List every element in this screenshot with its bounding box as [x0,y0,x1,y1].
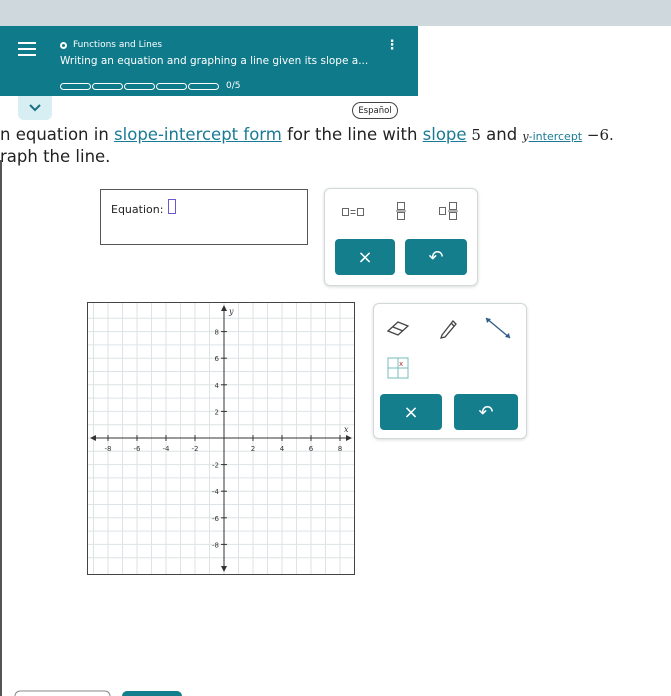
fraction-button[interactable] [383,195,419,227]
x-tick-label: -6 [134,445,142,453]
y-tick-label: 8 [215,329,219,337]
graph-undo-button[interactable]: ↶ [454,394,518,430]
math-tool-panel: × ↶ [324,188,478,286]
question-line-1: n equation in slope-intercept form for t… [0,125,614,144]
box-equals-box-icon [342,208,364,216]
y-tick-label: -4 [212,488,220,496]
intercept-value: −6. [582,126,614,144]
equation-answer-box: Equation: [100,189,308,245]
kebab-icon[interactable]: ⋮ [383,35,401,57]
eraser-button[interactable] [378,310,418,346]
x-tick-label: -8 [105,445,112,453]
x-tick-label: -4 [163,445,171,453]
y-axis-arrow-down [221,566,227,572]
question-line-2: raph the line. [0,147,111,166]
graph-canvas[interactable]: -8 -6 -4 -2 2 4 6 8 8 6 4 2 -2 -4 -6 -8 x y [88,303,355,574]
slope-value: 5 [466,126,481,144]
bottom-partial-controls [14,690,182,696]
x-tick-label: 2 [251,445,255,453]
pencil-icon [440,320,457,339]
topic-row: Functions and Lines [60,39,162,51]
y-tick-label: -8 [212,541,219,549]
x-axis-arrow-right [346,435,352,441]
eraser-icon [386,321,410,336]
line-tool-icon [485,317,511,339]
y-intercept-link[interactable]: -intercept [529,130,582,143]
progress-segment [60,82,91,90]
progress-bar: 0/5 [60,81,240,91]
question-text: for the line with [281,125,423,144]
equation-input[interactable] [168,199,176,214]
topic-title: Functions and Lines [73,40,163,50]
topic-circle-icon [60,41,67,49]
graph-clear-button[interactable]: × [380,394,442,430]
svg-text:x: x [399,360,403,368]
x-tick-label: 8 [338,445,342,453]
language-toggle-button[interactable]: Español [352,102,398,119]
line-tool-button[interactable] [478,310,518,346]
progress-segment [92,82,123,90]
y-tick-label: 6 [215,355,220,363]
y-tick-label: 4 [215,382,220,390]
pencil-button[interactable] [428,310,468,346]
y-axis-arrow-up [221,305,227,311]
chevron-down-icon [29,104,41,112]
y-tick-label: -2 [212,462,219,470]
slope-link[interactable]: slope [423,125,467,144]
undo-button[interactable]: ↶ [405,239,467,275]
x-tick-label: -2 [192,445,199,453]
point-plot-icon: x [387,357,409,379]
mixed-number-icon [439,202,458,220]
coordinate-graph[interactable]: -8 -6 -4 -2 2 4 6 8 8 6 4 2 -2 -4 -6 -8 x y [87,302,355,575]
progress-segment [156,82,187,90]
x-tick-label: 4 [280,445,285,453]
question-text: n equation in [0,125,115,144]
left-border-line [0,160,2,696]
lesson-subtitle: Writing an equation and graphing a line … [60,55,369,67]
collapse-button[interactable] [18,96,52,120]
progress-count: 0/5 [226,81,241,91]
bottom-button-outline[interactable] [14,690,111,696]
point-plot-button[interactable]: x [380,352,416,384]
clear-button[interactable]: × [335,239,395,275]
hamburger-menu-icon[interactable] [18,42,36,56]
browser-top-strip [0,0,671,26]
progress-segment [188,82,219,90]
question-text: and [480,125,523,144]
y-axis-label: y [228,307,234,316]
lesson-header: Functions and Lines Writing an equation … [0,26,418,96]
equation-label: Equation: [111,203,164,216]
graph-tool-panel: x × ↶ [373,303,527,439]
y-tick-label: -6 [212,515,220,523]
equals-button[interactable] [335,197,371,227]
y-tick-label: 2 [215,408,219,416]
bottom-button-filled[interactable] [122,691,182,696]
slope-intercept-form-link[interactable]: slope-intercept form [114,125,282,144]
mixed-number-button[interactable] [431,195,467,227]
x-tick-label: 6 [309,445,314,453]
x-axis-label: x [344,425,349,434]
progress-segment [124,82,155,90]
fraction-icon [396,202,406,220]
